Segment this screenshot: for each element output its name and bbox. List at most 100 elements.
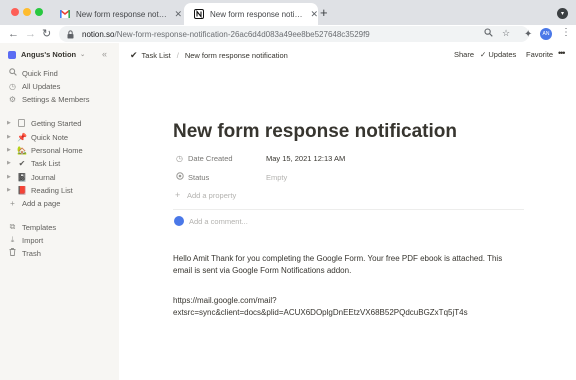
share-button[interactable]: Share (454, 50, 474, 59)
sidebar-page-reading-list[interactable]: ▶ 📕 Reading List (7, 184, 73, 196)
search-icon (8, 68, 17, 78)
browser-toolbar: ← → ↻ notion.so/New-form-response-notifi… (0, 25, 576, 43)
pushpin-icon: 📌 (17, 132, 27, 142)
checkmark-icon: ✔ (18, 158, 26, 168)
breadcrumb-separator: / (176, 51, 179, 60)
sidebar-item-label: Templates (22, 222, 57, 232)
divider (173, 209, 524, 210)
url-path: /New-form-response-notification-26ac6d4d… (114, 29, 370, 39)
add-property-button[interactable]: + Add a property (175, 190, 236, 200)
page-title[interactable]: New form response notification (173, 121, 457, 143)
back-arrow-icon[interactable]: ← (8, 27, 19, 41)
sidebar-item-import[interactable]: ⤓ Import (8, 234, 44, 246)
notion-icon (194, 9, 204, 19)
comment-placeholder: Add a comment... (189, 216, 248, 226)
reload-icon[interactable]: ↻ (42, 27, 51, 41)
sidebar-page-journal[interactable]: ▶ 📓 Journal (7, 171, 56, 183)
more-options-icon[interactable]: ••• (558, 48, 566, 58)
gear-icon: ⚙ (8, 94, 17, 104)
property-row-date-created[interactable]: ◷ Date Created May 15, 2021 12:13 AM (175, 152, 345, 164)
sidebar-item-settings[interactable]: ⚙ Settings & Members (8, 93, 90, 105)
sidebar-page-task-list[interactable]: ▶ ✔ Task List (7, 157, 60, 169)
tab-search-icon[interactable]: ▾ (557, 8, 568, 19)
sidebar-item-templates[interactable]: ⧉ Templates (8, 221, 57, 233)
minimize-window-button[interactable] (23, 8, 31, 16)
browser-tab-notion[interactable]: New form response notification ✕ (184, 3, 318, 25)
extensions-puzzle-icon[interactable]: ✦ (524, 29, 532, 40)
clock-icon: ◷ (176, 153, 183, 163)
clock-icon: ◷ (9, 81, 16, 91)
maximize-window-button[interactable] (35, 8, 43, 16)
status-icon (175, 172, 184, 182)
browser-tab-bar: New form response notification ✕ New for… (0, 0, 576, 25)
sidebar-item-label: Quick Find (22, 68, 58, 78)
sidebar-item-label: Reading List (31, 185, 73, 195)
tab-title: New form response notification (210, 9, 304, 19)
sidebar-item-label: Personal Home (31, 145, 83, 155)
expand-triangle-icon[interactable]: ▶ (7, 120, 13, 126)
address-bar[interactable]: notion.so/New-form-response-notification… (59, 26, 529, 42)
sidebar-page-personal-home[interactable]: ▶ 🏡 Personal Home (7, 144, 83, 156)
notebook-icon: 📓 (17, 172, 27, 182)
sidebar-item-label: Quick Note (31, 132, 69, 142)
add-page-button[interactable]: + Add a page (8, 197, 60, 209)
expand-triangle-icon[interactable]: ▶ (7, 187, 13, 193)
workspace-switcher[interactable]: Angus's Notion ⌄ (8, 50, 85, 59)
comment-input[interactable]: Add a comment... (174, 216, 248, 226)
tab-title: New form response notification (76, 9, 169, 19)
sidebar-item-label: All Updates (22, 81, 61, 91)
body-paragraph-line[interactable]: email is sent via Google Form Notificati… (173, 265, 351, 278)
plus-icon: + (10, 198, 15, 208)
breadcrumb-item-task-list[interactable]: Task List (142, 51, 171, 60)
gmail-icon (60, 9, 70, 19)
sidebar-item-all-updates[interactable]: ◷ All Updates (8, 80, 60, 92)
sidebar-item-label: Journal (31, 172, 56, 182)
favorite-button[interactable]: Favorite (526, 50, 553, 59)
body-link-line[interactable]: extsrc=sync&client=docs&plid=ACUX6DOplgD… (173, 307, 468, 320)
expand-triangle-icon[interactable]: ▶ (7, 147, 13, 153)
breadcrumb-item-current-page[interactable]: New form response notification (185, 51, 288, 60)
sidebar-item-label: Trash (22, 248, 41, 258)
tab-close-icon[interactable]: ✕ (174, 9, 182, 20)
workspace-logo-icon (8, 50, 16, 59)
expand-triangle-icon[interactable]: ▶ (7, 134, 13, 140)
book-icon: 📕 (17, 185, 27, 195)
sidebar-page-quick-note[interactable]: ▶ 📌 Quick Note (7, 131, 68, 143)
templates-icon: ⧉ (9, 222, 16, 231)
body-link-line[interactable]: https://mail.google.com/mail? (173, 295, 277, 308)
sidebar-page-getting-started[interactable]: ▶ Getting Started (7, 117, 81, 129)
browser-tab-gmail[interactable]: New form response notification ✕ (50, 3, 182, 25)
sidebar: Angus's Notion ⌄ « Quick Find ◷ All Upda… (0, 43, 119, 380)
expand-triangle-icon[interactable]: ▶ (7, 174, 13, 180)
forward-arrow-icon[interactable]: → (25, 27, 36, 41)
chrome-menu-icon[interactable]: ⋮ (561, 27, 571, 39)
tab-close-icon[interactable]: ✕ (310, 9, 318, 20)
add-property-label: Add a property (187, 191, 237, 200)
trash-icon (8, 248, 17, 258)
url-host: notion.so (82, 29, 115, 39)
updates-button[interactable]: ✓ Updates (480, 50, 516, 59)
sidebar-item-label: Task List (31, 158, 61, 168)
property-name: Date Created (188, 153, 233, 163)
sidebar-item-quick-find[interactable]: Quick Find (8, 67, 58, 79)
zoom-search-icon[interactable] (484, 28, 493, 39)
body-paragraph-line[interactable]: Hello Amit Thank for you completing the … (173, 253, 502, 266)
new-tab-button[interactable]: + (320, 6, 328, 20)
lock-icon (67, 29, 76, 39)
profile-avatar[interactable]: AN (540, 28, 552, 40)
plus-icon: + (175, 190, 181, 200)
avatar (174, 216, 184, 226)
property-row-status[interactable]: Status Empty (175, 171, 287, 183)
collapse-sidebar-icon[interactable]: « (102, 49, 107, 59)
download-icon: ⤓ (10, 235, 15, 244)
workspace-name: Angus's Notion (21, 50, 77, 59)
close-window-button[interactable] (11, 8, 19, 16)
property-name: Status (188, 172, 210, 182)
property-value: May 15, 2021 12:13 AM (266, 153, 346, 163)
updates-label: Updates (488, 50, 517, 59)
expand-triangle-icon[interactable]: ▶ (7, 160, 13, 166)
sidebar-item-trash[interactable]: Trash (8, 247, 41, 259)
bookmark-star-icon[interactable]: ☆ (502, 28, 510, 38)
checkmark-icon: ✔ (130, 50, 138, 60)
sidebar-item-label: Settings & Members (22, 94, 90, 104)
